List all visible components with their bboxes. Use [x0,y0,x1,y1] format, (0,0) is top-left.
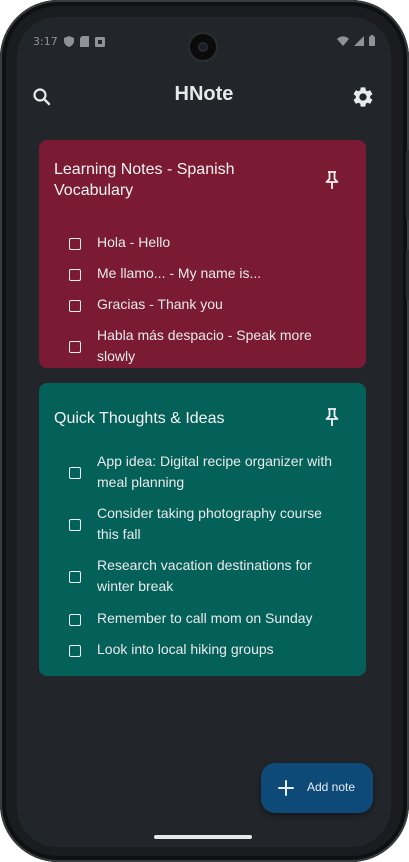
add-note-label: Add note [307,780,356,794]
note-title: Quick Thoughts & Ideas [54,410,225,427]
list-item-label: Gracias - Thank you [97,296,223,312]
note-title: Learning Notes - Spanish Vocabulary [54,161,235,199]
add-note-button[interactable]: Add note [261,763,373,813]
pin-icon [325,171,339,189]
list-item-label: Look into local hiking groups [97,641,274,657]
wifi-icon [337,35,349,46]
checkbox[interactable] [69,614,81,626]
sim-card-icon [79,36,89,47]
notification-icon [94,36,105,47]
shield-icon [63,36,74,47]
phone-frame: 3:17 HNote Learning Notes - Spanish Voca… [0,0,409,862]
list-item-label: Hola - Hello [97,234,171,250]
note-card-learning[interactable]: Learning Notes - Spanish Vocabulary Hola… [39,140,366,368]
signal-icon [354,35,364,46]
screen: 3:17 HNote Learning Notes - Spanish Voca… [17,17,391,847]
list-item-label: Remember to call mom on Sunday [97,610,313,626]
pin-button[interactable] [322,407,342,429]
checkbox[interactable] [69,341,81,353]
list-item-label: Research vacation destinations for winte… [97,557,312,594]
list-item-label: Habla más despacio - Speak more slowly [97,327,312,364]
settings-button[interactable] [351,85,375,109]
checkbox[interactable] [69,300,81,312]
app-title: HNote [174,83,234,105]
pin-icon [325,408,339,426]
status-right [337,35,375,46]
checkbox[interactable] [69,571,81,583]
pin-button[interactable] [322,170,342,192]
list-item-label: App idea: Digital recipe organizer with … [97,453,333,490]
front-camera [190,34,216,60]
home-indicator[interactable] [154,835,252,839]
status-left: 3:17 [33,35,105,48]
checkbox[interactable] [69,238,81,250]
plus-icon [278,780,294,796]
gear-icon [353,87,373,107]
list-item-label: Me llamo... - My name is... [97,265,262,281]
status-time: 3:17 [33,35,58,48]
battery-icon [369,35,375,46]
checkbox[interactable] [69,269,81,281]
note-card-ideas[interactable]: Quick Thoughts & Ideas App idea: Digital… [39,383,366,676]
checkbox[interactable] [69,519,81,531]
checkbox[interactable] [69,645,81,657]
list-item-label: Consider taking photography course this … [97,505,322,542]
checkbox[interactable] [69,467,81,479]
